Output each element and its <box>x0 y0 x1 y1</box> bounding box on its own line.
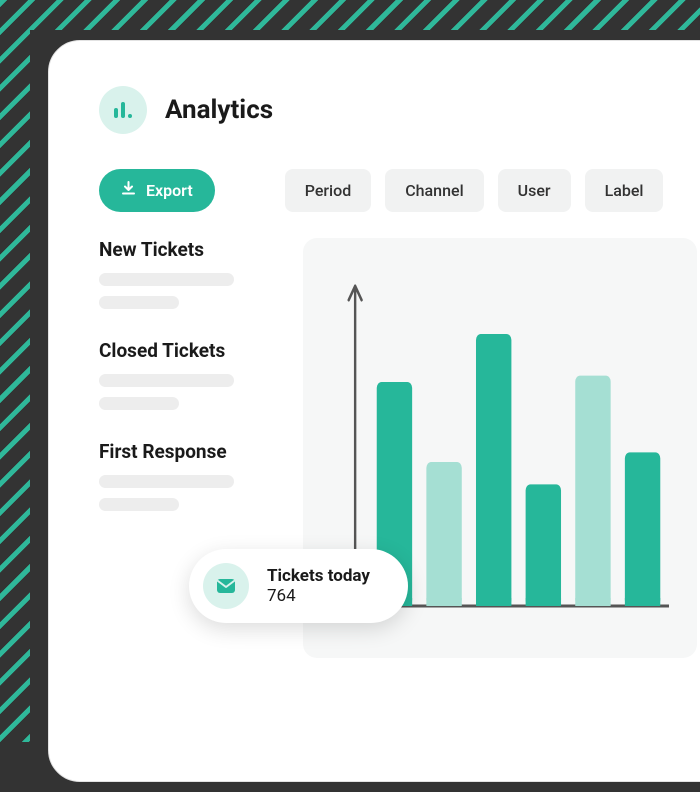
filter-period[interactable]: Period <box>285 169 372 212</box>
mail-icon <box>203 563 249 609</box>
export-button[interactable]: Export <box>99 169 215 212</box>
export-button-label: Export <box>146 181 193 200</box>
stat-title: New Tickets <box>99 238 279 261</box>
placeholder-line <box>99 273 234 286</box>
tooltip-label: Tickets today <box>267 566 370 586</box>
filter-row: Period Channel User Label <box>285 169 664 212</box>
page-title: Analytics <box>165 95 273 125</box>
placeholder-line <box>99 374 234 387</box>
stat-first-response: First Response <box>99 440 279 511</box>
filter-user[interactable]: User <box>498 169 571 212</box>
download-icon <box>121 181 136 200</box>
placeholder-line <box>99 498 179 511</box>
placeholder-line <box>99 475 234 488</box>
stat-title: Closed Tickets <box>99 339 279 362</box>
filter-label[interactable]: Label <box>585 169 664 212</box>
analytics-icon <box>99 86 147 134</box>
stat-new-tickets: New Tickets <box>99 238 279 309</box>
tooltip-card: Tickets today 764 <box>189 549 408 623</box>
stat-title: First Response <box>99 440 279 463</box>
header: Analytics <box>99 86 697 134</box>
analytics-window: Analytics Export Period Channel User Lab… <box>48 40 700 782</box>
stat-closed-tickets: Closed Tickets <box>99 339 279 410</box>
placeholder-line <box>99 296 179 309</box>
placeholder-line <box>99 397 179 410</box>
filter-channel[interactable]: Channel <box>385 169 483 212</box>
tooltip-value: 764 <box>267 586 370 606</box>
